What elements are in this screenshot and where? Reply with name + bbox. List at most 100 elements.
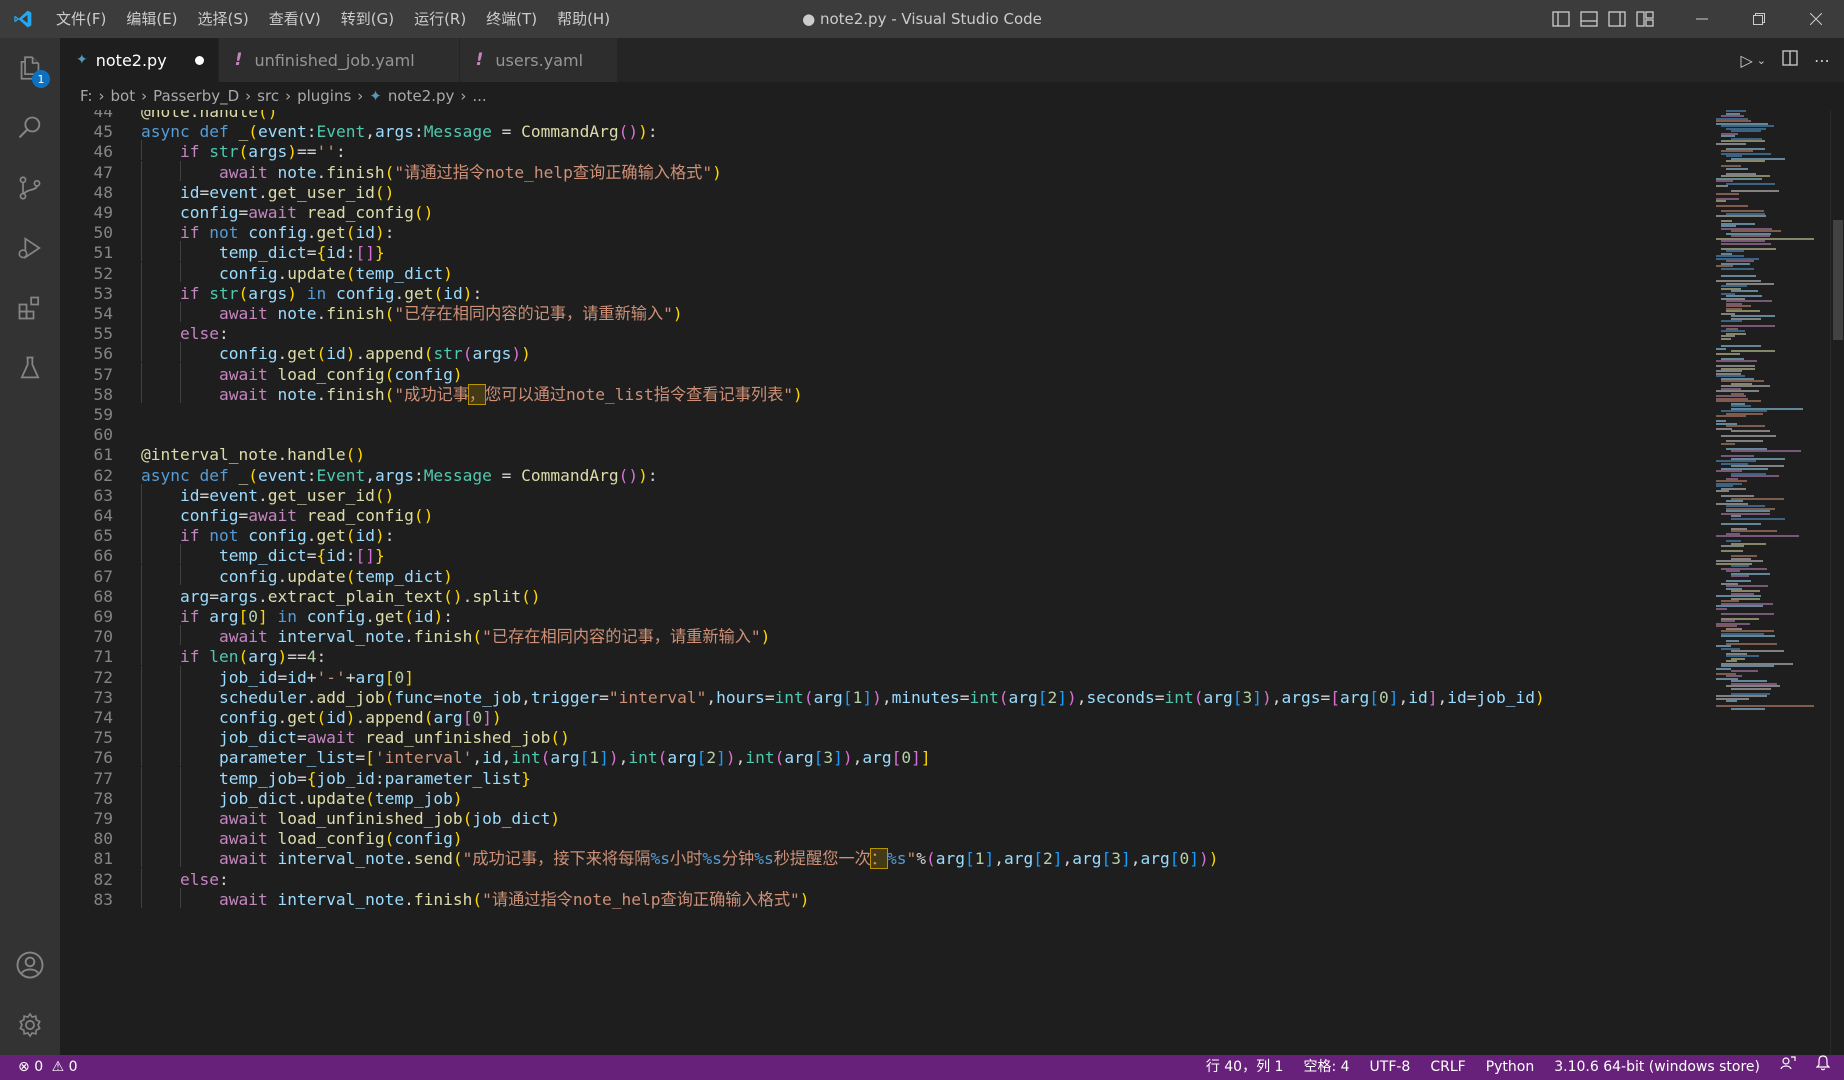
indent-guide [180, 160, 181, 181]
menu-item[interactable]: 帮助(H) [547, 0, 620, 38]
indent-guide [141, 786, 142, 807]
end-of-line[interactable]: CRLF [1420, 1055, 1475, 1080]
code-text: job_dict.update(temp_job) [218, 788, 463, 808]
menu-bar: 文件(F) 编辑(E) 选择(S) 查看(V) 转到(G) 运行(R) 终端(T) 帮助(H) [46, 0, 620, 38]
indent-guide [141, 483, 142, 504]
minimap-line [1721, 320, 1743, 322]
title-bar: 文件(F) 编辑(E) 选择(S) 查看(V) 转到(G) 运行(R) 终端(T) 帮助(H)… [0, 0, 1844, 38]
indent-guide [180, 746, 181, 767]
tab-users-yaml[interactable]: ! users.yaml [459, 38, 619, 82]
feedback-icon[interactable] [1770, 1055, 1806, 1080]
indent-guide [141, 706, 142, 726]
vertical-scrollbar[interactable] [1830, 110, 1844, 1055]
breadcrumb-item[interactable]: ... [472, 87, 486, 105]
restore-icon[interactable] [1730, 0, 1787, 38]
toggle-panel-icon[interactable] [1575, 0, 1603, 38]
code-text: else: [179, 869, 229, 889]
vscode-logo-icon[interactable] [0, 0, 46, 38]
menu-item[interactable]: 选择(S) [188, 0, 259, 38]
code-editor[interactable]: 44 @note.handle() 45 async def _(event:Even… [60, 110, 1844, 1055]
indent-guide [141, 201, 142, 221]
indent-guide [141, 524, 142, 545]
account-icon[interactable] [0, 935, 60, 995]
code-text: await interval_note.send("成功记事，接下来将每隔%s小… [218, 848, 1219, 870]
tab-label: unfinished_job.yaml [254, 50, 415, 70]
indent-guide [141, 685, 142, 706]
code-text: job_dict=await read_unfinished_job() [218, 728, 570, 748]
split-editor-icon[interactable] [1782, 50, 1798, 70]
language-mode[interactable]: Python [1476, 1055, 1545, 1080]
activity-bar: 1 [0, 38, 60, 1055]
minimap-line [1721, 612, 1774, 615]
indent-guide [180, 544, 181, 565]
indentation[interactable]: 空格: 4 [1293, 1055, 1359, 1080]
code-text: if str(args)=='': [179, 142, 346, 162]
search-icon[interactable] [0, 98, 60, 158]
minimap-line [1716, 347, 1727, 350]
indent-guide [141, 261, 142, 282]
unsaved-dot-icon[interactable] [194, 55, 204, 65]
customize-layout-icon[interactable] [1631, 0, 1659, 38]
menu-item[interactable]: 文件(F) [46, 0, 116, 38]
minimap-line [1726, 642, 1778, 645]
warning-count: 0 [68, 1059, 78, 1075]
settings-gear-icon[interactable] [0, 995, 60, 1055]
breadcrumb-item[interactable]: F: [80, 87, 93, 105]
code-text: if arg[0] in config.get(id): [179, 607, 453, 626]
breadcrumb-item[interactable]: src [257, 87, 279, 105]
toggle-secondary-sidebar-icon[interactable] [1603, 0, 1631, 38]
breadcrumb-item[interactable]: note2.py [388, 87, 455, 105]
indent-guide [180, 706, 181, 726]
indent-guide [141, 867, 142, 888]
run-debug-icon[interactable] [0, 218, 60, 278]
testing-icon[interactable] [0, 338, 60, 398]
menu-item[interactable]: 编辑(E) [116, 0, 187, 38]
problems-indicator[interactable]: ⊗ 0 ⚠ 0 [18, 1055, 88, 1080]
chevron-down-icon[interactable]: ⌄ [1757, 54, 1766, 67]
breadcrumb-item[interactable]: plugins [297, 87, 351, 105]
indent-guide [180, 241, 181, 262]
source-control-icon[interactable] [0, 158, 60, 218]
explorer-badge: 1 [32, 70, 50, 88]
close-icon[interactable] [1787, 0, 1844, 38]
menu-item[interactable]: 终端(T) [476, 0, 547, 38]
minimap-line [1731, 450, 1801, 452]
encoding[interactable]: UTF-8 [1360, 1055, 1421, 1080]
scrollbar-thumb[interactable] [1833, 220, 1843, 340]
minimap-line [1716, 415, 1747, 417]
minimap-line [1716, 192, 1739, 195]
indent-guide [141, 564, 142, 585]
status-bar: ⊗ 0 ⚠ 0 行 40，列 1 空格: 4 UTF-8 CRLF Python… [0, 1055, 1844, 1080]
indent-guide [141, 504, 142, 524]
tab-note2-py[interactable]: ✦ note2.py [60, 38, 219, 82]
extensions-icon[interactable] [0, 278, 60, 338]
menu-item[interactable]: 运行(R) [404, 0, 476, 38]
code-text: await load_config(config) [218, 829, 463, 849]
indent-guide [141, 221, 142, 242]
warning-icon: ⚠ [51, 1059, 65, 1075]
more-actions-icon[interactable]: ⋯ [1814, 51, 1830, 70]
menu-item[interactable]: 转到(G) [331, 0, 404, 38]
chevron-right-icon: › [98, 87, 105, 105]
minimap-line [1721, 550, 1744, 552]
indent-guide [141, 140, 142, 161]
breadcrumb-item[interactable]: Passerby_D [153, 87, 239, 105]
code-text: await note.finish("已存在相同内容的记事，请重新输入") [218, 304, 683, 323]
notifications-bell-icon[interactable] [1806, 1055, 1844, 1080]
code-line[interactable]: 83 await interval_note.finish("请通过指令note… [60, 888, 1710, 912]
minimap[interactable] [1710, 110, 1830, 1055]
run-python-file-icon[interactable]: ▷ [1740, 51, 1752, 70]
minimap-line [1731, 575, 1750, 577]
cursor-position[interactable]: 行 40，列 1 [1196, 1055, 1294, 1080]
files-icon[interactable]: 1 [0, 38, 60, 98]
indent-guide [180, 887, 181, 908]
python-interpreter[interactable]: 3.10.6 64-bit (windows store) [1544, 1055, 1770, 1080]
breadcrumb-item[interactable]: bot [111, 87, 136, 105]
minimap-line [1716, 200, 1727, 202]
toggle-primary-sidebar-icon[interactable] [1547, 0, 1575, 38]
minimap-line [1731, 430, 1771, 432]
minimize-icon[interactable] [1673, 0, 1730, 38]
tab-unfinished-job-yaml[interactable]: ! unfinished_job.yaml [218, 38, 460, 82]
indent-guide [141, 241, 142, 262]
menu-item[interactable]: 查看(V) [259, 0, 331, 38]
